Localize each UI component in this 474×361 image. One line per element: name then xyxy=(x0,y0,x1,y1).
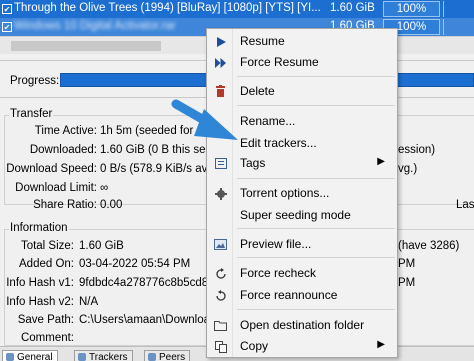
share-ratio-label: Share Ratio: xyxy=(33,199,97,211)
image-icon xyxy=(214,238,227,251)
tab-trackers[interactable]: Trackers xyxy=(74,350,133,361)
checkmark-icon: ✔ xyxy=(2,4,12,14)
menu-item-label: Delete xyxy=(240,84,275,98)
menu-item-force-reannounce[interactable]: Force reannounce xyxy=(207,284,397,306)
context-menu: Resume Force Resume Delete Rename... Edi… xyxy=(206,28,398,358)
torrent-name: Through the Olive Trees (1994) [BluRay] … xyxy=(14,2,321,14)
row-tail xyxy=(443,1,474,17)
menu-separator xyxy=(237,105,395,106)
comment-label: Comment: xyxy=(20,332,74,344)
reannounce-icon xyxy=(214,289,227,302)
folder-icon xyxy=(214,319,227,332)
menu-item-label: Super seeding mode xyxy=(240,208,351,222)
menu-separator xyxy=(237,257,395,258)
row-tail xyxy=(443,19,474,35)
total-size-label: Total Size: xyxy=(20,240,74,252)
info-icon xyxy=(6,353,14,361)
trash-icon xyxy=(214,85,227,98)
menu-item-resume[interactable]: Resume xyxy=(207,30,397,52)
total-size-value: 1.60 GiB xyxy=(79,240,124,252)
menu-item-torrent-options[interactable]: Torrent options... xyxy=(207,182,397,204)
gear-icon xyxy=(214,187,227,200)
submenu-arrow-icon: ▶ xyxy=(377,156,385,167)
copy-icon xyxy=(214,340,227,353)
menu-item-label: Open destination folder xyxy=(240,318,365,332)
menu-item-rename[interactable]: Rename... xyxy=(207,110,397,132)
downloaded-label: Downloaded: xyxy=(29,144,97,156)
time-active-label: Time Active: xyxy=(34,125,97,137)
play-icon xyxy=(214,35,227,48)
torrent-row[interactable]: ✔ Through the Olive Trees (1994) [BluRay… xyxy=(0,0,474,18)
clipped-text: ession) xyxy=(398,144,436,156)
trackers-icon xyxy=(78,353,86,361)
download-speed-label: Download Speed: xyxy=(6,163,97,175)
added-on-value: 03-04-2022 05:54 PM xyxy=(79,258,191,270)
transfer-title: Transfer xyxy=(9,108,54,120)
menu-item-label: Rename... xyxy=(240,114,296,128)
info-hash-v1-value: 9fdbdc4a278776c8b5cd8 xyxy=(79,277,209,289)
information-title: Information xyxy=(9,222,69,234)
menu-item-label: Tags xyxy=(240,156,266,170)
menu-item-force-resume[interactable]: Force Resume xyxy=(207,51,397,73)
info-hash-v1-label: Info Hash v1: xyxy=(6,277,74,289)
torrent-size: 1.60 GiB xyxy=(330,2,375,14)
clipped-text: PM xyxy=(398,258,416,270)
menu-item-tags[interactable]: Tags ▶ xyxy=(207,152,397,174)
save-path-value: C:\Users\amaan\Downloads xyxy=(79,314,223,326)
clipped-text: Las xyxy=(456,199,474,211)
menu-separator xyxy=(237,178,395,179)
fast-forward-icon xyxy=(214,56,227,69)
menu-item-label: Preview file... xyxy=(240,237,312,251)
menu-item-label: Copy xyxy=(240,339,269,353)
menu-item-label: Force Resume xyxy=(240,55,319,69)
menu-item-label: Torrent options... xyxy=(240,186,330,200)
menu-item-copy[interactable]: Copy ▶ xyxy=(207,335,397,357)
menu-item-label: Edit trackers... xyxy=(240,136,317,150)
menu-item-label: Force recheck xyxy=(240,266,317,280)
download-limit-value: ∞ xyxy=(100,182,109,194)
clipped-text: PM xyxy=(398,277,416,289)
clipped-text: vg.) xyxy=(398,163,418,175)
progress-label: Progress: xyxy=(10,75,60,87)
peers-icon xyxy=(148,353,156,361)
torrent-progress: 100% xyxy=(383,1,440,17)
recheck-icon xyxy=(214,267,227,280)
menu-item-force-recheck[interactable]: Force recheck xyxy=(207,262,397,284)
menu-separator xyxy=(237,309,395,310)
added-on-label: Added On: xyxy=(19,258,74,270)
clipped-text: (have 3286) xyxy=(398,240,460,252)
tab-general[interactable]: General xyxy=(2,350,58,361)
menu-separator xyxy=(237,76,395,77)
time-active-value: 1h 5m (seeded for 17m xyxy=(100,125,219,137)
download-limit-label: Download Limit: xyxy=(15,182,97,194)
checkmark-icon: ✔ xyxy=(2,22,12,32)
menu-item-open-destination[interactable]: Open destination folder xyxy=(207,314,397,336)
menu-item-label: Resume xyxy=(240,34,285,48)
save-path-label: Save Path: xyxy=(17,314,74,326)
tab-label: Peers xyxy=(159,352,186,361)
info-hash-v2-value: N/A xyxy=(79,296,99,308)
menu-item-delete[interactable]: Delete xyxy=(207,80,397,102)
submenu-arrow-icon: ▶ xyxy=(377,339,385,350)
scrollbar-thumb[interactable] xyxy=(11,41,161,51)
menu-separator xyxy=(237,228,395,229)
share-ratio-value: 0.00 xyxy=(100,199,123,211)
menu-item-label: Force reannounce xyxy=(240,288,338,302)
tab-label: Trackers xyxy=(89,352,128,361)
menu-item-super-seeding[interactable]: Super seeding mode xyxy=(207,204,397,226)
tab-peers[interactable]: Peers xyxy=(144,350,191,361)
download-speed-value: 0 B/s (578.9 KiB/s avg.) xyxy=(100,163,221,175)
tab-label: General xyxy=(17,352,53,361)
tag-icon xyxy=(214,157,227,170)
menu-item-edit-trackers[interactable]: Edit trackers... xyxy=(207,132,397,154)
menu-item-preview-file[interactable]: Preview file... xyxy=(207,233,397,255)
info-hash-v2-label: Info Hash v2: xyxy=(6,296,74,308)
